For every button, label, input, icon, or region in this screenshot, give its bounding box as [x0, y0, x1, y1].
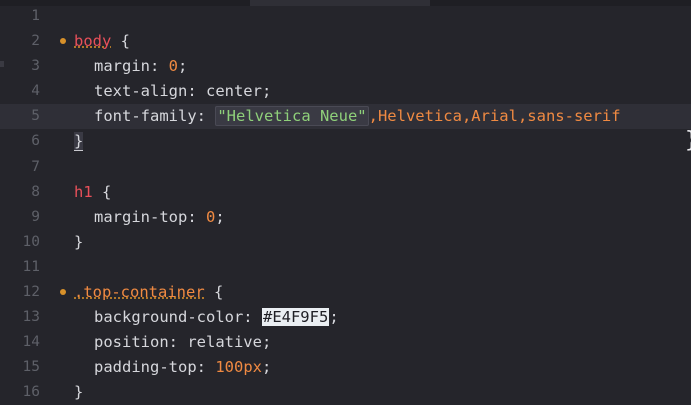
code-text: }	[74, 230, 83, 255]
modified-indicator-icon	[60, 289, 66, 296]
semicolon: ;	[262, 358, 272, 377]
code-line[interactable]: 11	[0, 255, 691, 280]
semicolon: ;	[178, 57, 188, 76]
css-declaration: text-align: center;	[94, 82, 272, 101]
code-text: margin-top: 0;	[74, 205, 225, 230]
code-line[interactable]: 7	[0, 155, 691, 180]
line-number: 14	[22, 334, 40, 351]
code-text: h1 {	[74, 180, 111, 205]
line-number: 6	[31, 133, 40, 150]
css-declaration: position: relative;	[94, 333, 272, 352]
semicolon: ;	[329, 308, 339, 327]
code-text: text-align: center;	[74, 79, 271, 104]
code-line[interactable]: 15 padding-top: 100px;	[0, 355, 691, 380]
css-selector: body	[74, 32, 112, 51]
line-number: 12	[22, 284, 40, 301]
line-number: 8	[31, 183, 40, 200]
css-property: padding-top:	[94, 358, 216, 377]
overflow-brace: }	[685, 127, 691, 155]
open-brace: {	[204, 283, 224, 302]
line-number: 3	[31, 58, 40, 75]
close-brace: }	[74, 132, 84, 152]
close-brace: }	[74, 383, 84, 402]
css-value: 100px	[215, 358, 262, 377]
line-number: 7	[31, 158, 40, 175]
line-number: 9	[31, 208, 40, 225]
css-string-value: "Helvetica Neue"	[215, 106, 369, 127]
css-value: 0	[168, 57, 178, 76]
open-brace: {	[111, 32, 130, 51]
modified-indicator-icon	[60, 38, 66, 45]
code-line[interactable]: 3 margin: 0;	[0, 54, 691, 79]
line-number: 15	[22, 359, 40, 376]
code-line[interactable]: 2 body {	[0, 29, 691, 54]
code-line[interactable]: 6 }	[0, 129, 691, 154]
css-property: background-color:	[94, 308, 262, 327]
code-text: }	[74, 380, 83, 405]
line-number: 13	[22, 309, 40, 326]
css-font-list: ,Helvetica,Arial,sans-serif	[368, 107, 621, 126]
code-text: .top-container {	[74, 280, 223, 305]
code-text: background-color: #E4F9F5;	[74, 305, 339, 330]
code-text: font-family: "Helvetica Neue" ,Helvetica,…	[74, 104, 621, 129]
code-line[interactable]: 4 text-align: center;	[0, 79, 691, 104]
code-line[interactable]: 9 margin-top: 0;	[0, 205, 691, 230]
code-line[interactable]: 1	[0, 4, 691, 29]
code-text: }	[74, 129, 84, 154]
code-line[interactable]: 13 background-color: #E4F9F5;	[0, 305, 691, 330]
css-property: margin:	[94, 57, 169, 76]
code-line[interactable]: 12 .top-container {	[0, 280, 691, 305]
line-number: 1	[31, 8, 40, 24]
open-brace: {	[92, 182, 112, 201]
code-line[interactable]: 16 }	[0, 380, 691, 405]
css-selector: .top-container	[74, 283, 205, 302]
code-line[interactable]: 8 h1 {	[0, 180, 691, 205]
code-line[interactable]: 14 position: relative;	[0, 330, 691, 355]
code-text: margin: 0;	[74, 54, 187, 79]
code-editor[interactable]: 1 2 body { 3 margin: 0; 4 text-align: ce…	[0, 0, 691, 405]
css-property: margin-top:	[94, 207, 206, 226]
line-number: 2	[31, 33, 40, 50]
css-property: font-family:	[94, 107, 216, 126]
current-code-line[interactable]: 5 font-family: "Helvetica Neue" ,Helvetic…	[0, 104, 691, 130]
code-lines[interactable]: 1 2 body { 3 margin: 0; 4 text-align: ce…	[0, 4, 691, 405]
line-number: 16	[22, 384, 40, 401]
semicolon: ;	[215, 207, 225, 226]
line-number: 10	[22, 233, 40, 250]
selected-color-value[interactable]: #E4F9F5	[261, 308, 330, 327]
code-text: body {	[74, 29, 130, 54]
code-text: padding-top: 100px;	[74, 355, 271, 380]
line-number: 4	[31, 83, 40, 100]
line-number: 11	[22, 258, 40, 275]
line-number: 5	[31, 108, 40, 125]
code-line[interactable]: 10 }	[0, 230, 691, 255]
css-selector: h1	[74, 182, 93, 201]
css-value: 0	[205, 207, 216, 226]
code-text: position: relative;	[74, 330, 271, 355]
close-brace: }	[74, 232, 84, 251]
